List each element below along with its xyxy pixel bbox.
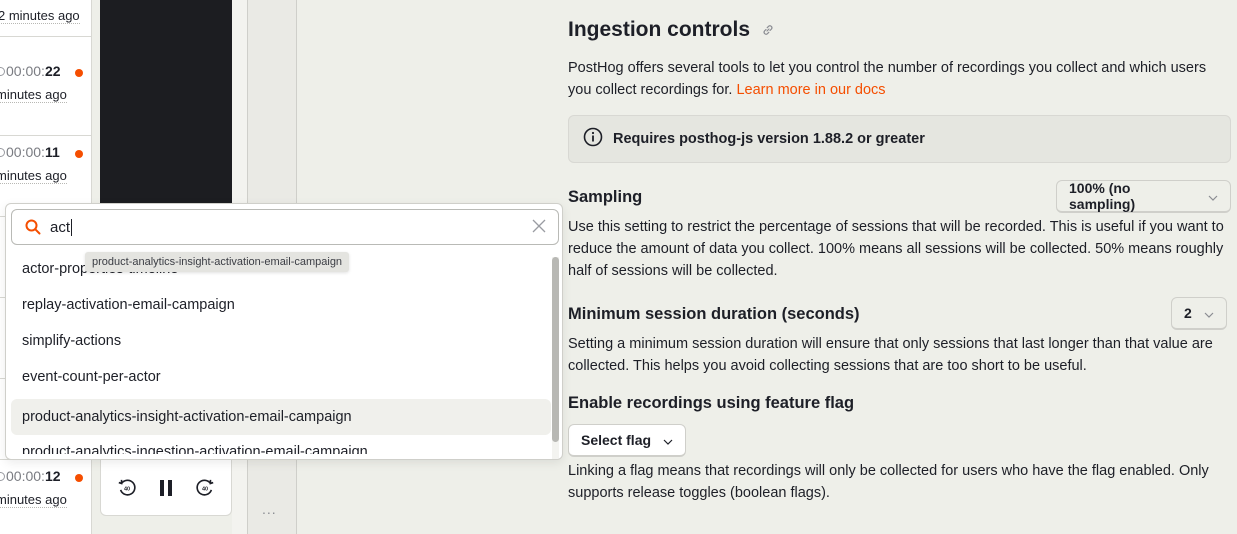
sampling-title: Sampling — [568, 188, 643, 206]
banner-text: Requires posthog-js version 1.88.2 or gr… — [613, 131, 925, 147]
rewind-40-icon[interactable]: 40 — [117, 478, 137, 498]
version-requirement-banner: Requires posthog-js version 1.88.2 or gr… — [568, 115, 1231, 163]
more-icon[interactable]: ... — [262, 501, 277, 517]
recording-time-ago: minutes ago — [0, 168, 67, 184]
min-duration-value: 2 — [1184, 305, 1192, 321]
select-flag-label: Select flag — [581, 432, 652, 448]
flag-option[interactable]: simplify-actions — [11, 323, 551, 359]
svg-text:40: 40 — [124, 486, 130, 492]
flag-option[interactable]: replay-activation-email-campaign — [11, 287, 551, 323]
search-value[interactable]: act — [50, 219, 73, 236]
clock-icon — [0, 67, 5, 76]
feature-flag-title: Enable recordings using feature flag — [568, 394, 855, 412]
unwatched-dot-icon — [75, 150, 83, 158]
flag-option[interactable]: product-analytics-ingestion-activation-e… — [11, 434, 551, 454]
recording-duration: 00:00:22 — [0, 63, 61, 79]
chevron-down-icon — [1208, 188, 1218, 204]
flag-options-list: actor-properties-timeline replay-activat… — [11, 254, 551, 454]
recording-duration: 00:00:11 — [0, 144, 60, 160]
recording-time-ago: minutes ago — [0, 87, 67, 103]
link-icon[interactable] — [761, 23, 775, 42]
min-duration-title: Minimum session duration (seconds) — [568, 305, 860, 323]
recording-time-ago: minutes ago — [0, 492, 67, 508]
recording-duration: 00:00:12 — [0, 468, 61, 484]
sampling-select[interactable]: 100% (no sampling) — [1056, 180, 1231, 213]
recording-item[interactable]: 00:00:22 minutes ago — [0, 55, 91, 136]
feature-flag-description: Linking a flag means that recordings wil… — [568, 463, 1209, 501]
forward-40-icon[interactable]: 40 — [195, 478, 215, 498]
svg-text:40: 40 — [202, 486, 208, 492]
player-viewport[interactable] — [100, 0, 232, 204]
flag-search-input[interactable]: act — [11, 209, 559, 245]
recording-item[interactable]: 2 minutes ago — [0, 0, 91, 37]
section-intro: PostHog offers several tools to let you … — [568, 60, 1207, 98]
flag-option[interactable]: event-count-per-actor — [11, 359, 551, 395]
select-flag-button[interactable]: Select flag — [568, 424, 687, 457]
info-icon — [583, 127, 603, 152]
min-duration-select[interactable]: 2 — [1171, 297, 1227, 330]
learn-more-link[interactable]: Learn more in our docs — [736, 82, 885, 98]
list-scrollbar[interactable] — [552, 257, 559, 459]
unwatched-dot-icon — [75, 474, 83, 482]
search-icon — [25, 219, 41, 240]
sampling-value: 100% (no sampling) — [1069, 180, 1136, 212]
clock-icon — [0, 472, 5, 481]
recording-time-ago: 2 minutes ago — [0, 8, 80, 24]
player-controls: 40 40 — [100, 460, 232, 516]
flag-option-highlighted[interactable]: product-analytics-insight-activation-ema… — [11, 399, 551, 435]
chevron-down-icon — [663, 432, 673, 448]
sampling-description: Use this setting to restrict the percent… — [568, 219, 1224, 279]
recording-item[interactable]: 00:00:12 minutes ago — [0, 460, 91, 534]
option-tooltip: product-analytics-insight-activation-ema… — [85, 252, 350, 272]
clock-icon — [0, 148, 5, 157]
chevron-down-icon — [1204, 305, 1214, 321]
close-icon[interactable] — [532, 219, 546, 238]
unwatched-dot-icon — [75, 69, 83, 77]
flag-picker-popover: act actor-properties-timeline replay-act… — [5, 203, 563, 460]
min-duration-description: Setting a minimum session duration will … — [568, 336, 1213, 374]
section-title: Ingestion controls — [568, 18, 751, 41]
scrollbar-thumb[interactable] — [552, 257, 559, 442]
pause-icon[interactable] — [156, 478, 176, 498]
